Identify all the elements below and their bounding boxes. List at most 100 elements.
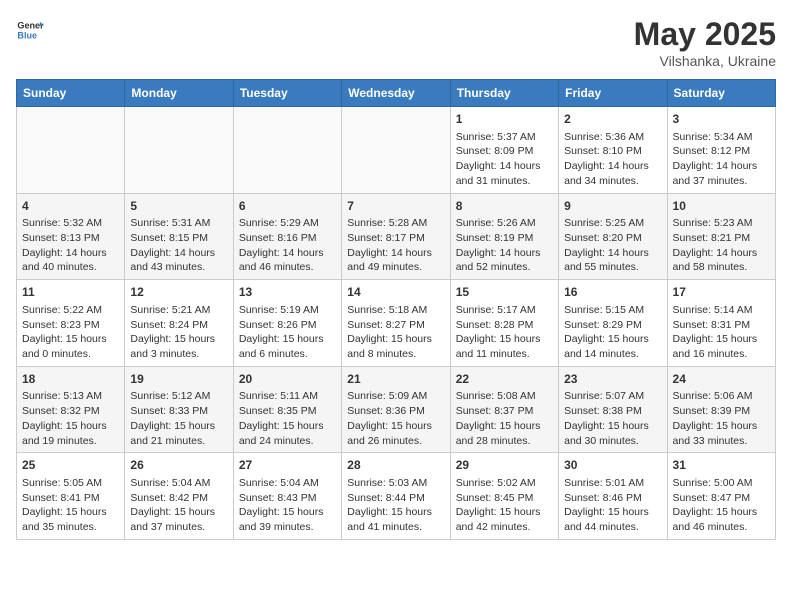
day-info: Sunrise: 5:13 AM [22,389,119,404]
weekday-header-thursday: Thursday [450,80,558,107]
calendar-cell: 25Sunrise: 5:05 AMSunset: 8:41 PMDayligh… [17,453,125,540]
day-number: 8 [456,198,553,215]
day-info: and 21 minutes. [130,434,227,449]
day-number: 6 [239,198,336,215]
calendar-cell: 19Sunrise: 5:12 AMSunset: 8:33 PMDayligh… [125,366,233,453]
day-info: Daylight: 15 hours [239,505,336,520]
day-number: 5 [130,198,227,215]
day-info: and 43 minutes. [130,260,227,275]
day-info: Daylight: 15 hours [564,332,661,347]
day-info: Sunrise: 5:11 AM [239,389,336,404]
day-info: Daylight: 15 hours [673,505,770,520]
day-info: Daylight: 15 hours [456,332,553,347]
calendar-cell: 9Sunrise: 5:25 AMSunset: 8:20 PMDaylight… [559,193,667,280]
day-info: and 58 minutes. [673,260,770,275]
day-info: Sunrise: 5:01 AM [564,476,661,491]
calendar-week-row: 4Sunrise: 5:32 AMSunset: 8:13 PMDaylight… [17,193,776,280]
day-info: Daylight: 15 hours [130,332,227,347]
day-info: Sunset: 8:42 PM [130,491,227,506]
day-info: Daylight: 15 hours [564,419,661,434]
day-info: and 55 minutes. [564,260,661,275]
day-info: Daylight: 15 hours [456,419,553,434]
day-info: Sunset: 8:33 PM [130,404,227,419]
day-info: Sunrise: 5:06 AM [673,389,770,404]
day-info: Sunset: 8:21 PM [673,231,770,246]
day-info: Daylight: 15 hours [239,332,336,347]
day-info: Sunrise: 5:09 AM [347,389,444,404]
weekday-header-sunday: Sunday [17,80,125,107]
day-info: Daylight: 14 hours [564,159,661,174]
day-info: Sunrise: 5:21 AM [130,303,227,318]
day-info: Daylight: 15 hours [347,505,444,520]
day-info: Daylight: 15 hours [130,419,227,434]
calendar-cell [125,107,233,194]
calendar-cell: 2Sunrise: 5:36 AMSunset: 8:10 PMDaylight… [559,107,667,194]
calendar-cell: 23Sunrise: 5:07 AMSunset: 8:38 PMDayligh… [559,366,667,453]
calendar-cell: 3Sunrise: 5:34 AMSunset: 8:12 PMDaylight… [667,107,775,194]
day-info: Sunset: 8:46 PM [564,491,661,506]
day-number: 30 [564,457,661,474]
day-info: and 16 minutes. [673,347,770,362]
calendar-cell: 22Sunrise: 5:08 AMSunset: 8:37 PMDayligh… [450,366,558,453]
logo: General Blue [16,16,44,44]
title-area: May 2025 Vilshanka, Ukraine [634,16,776,69]
calendar-cell: 17Sunrise: 5:14 AMSunset: 8:31 PMDayligh… [667,280,775,367]
day-info: Sunrise: 5:31 AM [130,216,227,231]
day-info: Sunset: 8:13 PM [22,231,119,246]
day-number: 3 [673,111,770,128]
day-info: Daylight: 14 hours [673,159,770,174]
day-info: Daylight: 15 hours [22,332,119,347]
day-number: 17 [673,284,770,301]
calendar-body: 1Sunrise: 5:37 AMSunset: 8:09 PMDaylight… [17,107,776,540]
calendar-cell [342,107,450,194]
day-number: 11 [22,284,119,301]
day-info: and 14 minutes. [564,347,661,362]
calendar-week-row: 25Sunrise: 5:05 AMSunset: 8:41 PMDayligh… [17,453,776,540]
day-info: Sunrise: 5:37 AM [456,130,553,145]
day-info: and 33 minutes. [673,434,770,449]
day-info: Sunrise: 5:22 AM [22,303,119,318]
day-number: 12 [130,284,227,301]
day-info: Sunrise: 5:15 AM [564,303,661,318]
calendar-cell: 27Sunrise: 5:04 AMSunset: 8:43 PMDayligh… [233,453,341,540]
day-info: Daylight: 15 hours [347,332,444,347]
day-info: Sunset: 8:37 PM [456,404,553,419]
day-info: Sunrise: 5:02 AM [456,476,553,491]
day-info: Sunrise: 5:29 AM [239,216,336,231]
day-info: and 19 minutes. [22,434,119,449]
day-info: Daylight: 15 hours [673,332,770,347]
day-info: Sunset: 8:32 PM [22,404,119,419]
day-info: and 28 minutes. [456,434,553,449]
calendar-cell: 31Sunrise: 5:00 AMSunset: 8:47 PMDayligh… [667,453,775,540]
day-info: Daylight: 15 hours [22,505,119,520]
calendar-week-row: 11Sunrise: 5:22 AMSunset: 8:23 PMDayligh… [17,280,776,367]
day-info: Sunset: 8:38 PM [564,404,661,419]
calendar-cell: 7Sunrise: 5:28 AMSunset: 8:17 PMDaylight… [342,193,450,280]
calendar-cell [233,107,341,194]
day-info: Sunrise: 5:23 AM [673,216,770,231]
day-info: and 30 minutes. [564,434,661,449]
day-info: Sunset: 8:29 PM [564,318,661,333]
day-info: and 35 minutes. [22,520,119,535]
calendar-cell: 15Sunrise: 5:17 AMSunset: 8:28 PMDayligh… [450,280,558,367]
day-number: 4 [22,198,119,215]
day-info: Sunrise: 5:07 AM [564,389,661,404]
weekday-header-row: SundayMondayTuesdayWednesdayThursdayFrid… [17,80,776,107]
day-info: and 11 minutes. [456,347,553,362]
calendar-cell: 21Sunrise: 5:09 AMSunset: 8:36 PMDayligh… [342,366,450,453]
day-info: Daylight: 15 hours [456,505,553,520]
day-info: Sunrise: 5:28 AM [347,216,444,231]
calendar-cell: 13Sunrise: 5:19 AMSunset: 8:26 PMDayligh… [233,280,341,367]
main-title: May 2025 [634,16,776,53]
day-info: Sunset: 8:17 PM [347,231,444,246]
day-info: Sunrise: 5:34 AM [673,130,770,145]
day-info: and 42 minutes. [456,520,553,535]
calendar-cell: 24Sunrise: 5:06 AMSunset: 8:39 PMDayligh… [667,366,775,453]
day-info: Sunrise: 5:14 AM [673,303,770,318]
day-info: Sunset: 8:39 PM [673,404,770,419]
day-info: and 46 minutes. [673,520,770,535]
calendar-cell: 20Sunrise: 5:11 AMSunset: 8:35 PMDayligh… [233,366,341,453]
day-info: Daylight: 14 hours [22,246,119,261]
day-info: and 31 minutes. [456,174,553,189]
day-info: Daylight: 14 hours [456,159,553,174]
